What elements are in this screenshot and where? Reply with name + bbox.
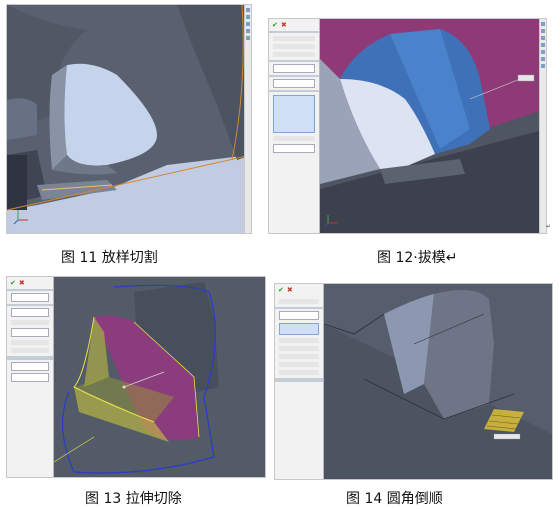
figure-12-viewport: ✔ ✖ bbox=[268, 18, 547, 234]
pm-field[interactable] bbox=[11, 328, 49, 337]
pm-field[interactable] bbox=[11, 373, 49, 382]
property-manager-panel[interactable]: ✔ ✖ bbox=[269, 19, 320, 233]
fig14-model-render bbox=[324, 284, 552, 479]
figure-11-caption: 图 11 放样切割 bbox=[61, 250, 158, 266]
check-icon[interactable]: ✔ bbox=[10, 279, 16, 287]
figure-14-caption: 图 14 圆角倒顺 bbox=[346, 491, 443, 507]
pm-field[interactable] bbox=[273, 144, 315, 153]
pm-section-header[interactable] bbox=[275, 307, 323, 309]
pm-field[interactable] bbox=[11, 293, 49, 302]
check-icon[interactable]: ✔ bbox=[272, 21, 278, 29]
pm-section-header[interactable] bbox=[7, 304, 53, 306]
pm-field[interactable] bbox=[11, 362, 49, 371]
pm-section-header[interactable] bbox=[269, 60, 319, 62]
triad-icon bbox=[324, 215, 337, 228]
figure-14-viewport: ✔ ✖ bbox=[274, 283, 553, 480]
close-icon[interactable]: ✖ bbox=[287, 286, 293, 294]
triad-icon bbox=[13, 210, 28, 225]
property-manager-panel[interactable]: ✔ ✖ bbox=[275, 284, 324, 479]
pm-section-header[interactable] bbox=[269, 31, 319, 33]
pm-field[interactable] bbox=[273, 64, 315, 73]
close-icon[interactable]: ✖ bbox=[19, 279, 25, 287]
pm-field[interactable] bbox=[11, 308, 49, 317]
fig12-model-render bbox=[320, 19, 546, 233]
pm-section-header[interactable] bbox=[7, 358, 53, 360]
figure-11-viewport bbox=[6, 4, 252, 234]
pm-selection-box[interactable] bbox=[279, 323, 319, 335]
pm-selection-box[interactable] bbox=[273, 95, 315, 133]
pm-field[interactable] bbox=[279, 311, 319, 320]
pm-field[interactable] bbox=[273, 79, 315, 88]
pm-section-header[interactable] bbox=[275, 380, 323, 382]
pm-section-header[interactable] bbox=[7, 289, 53, 291]
pm-section-header[interactable] bbox=[269, 75, 319, 77]
return-mark: ↵ bbox=[546, 223, 552, 230]
check-icon[interactable]: ✔ bbox=[278, 286, 284, 294]
figure-13-caption: 图 13 拉伸切除 bbox=[85, 491, 182, 507]
fig13-model-render bbox=[54, 277, 265, 477]
figure-12-caption: 图 12·拔模↵ bbox=[377, 250, 458, 266]
task-pane-strip[interactable] bbox=[539, 19, 546, 233]
property-manager-panel[interactable]: ✔ ✖ bbox=[7, 277, 54, 477]
fig11-model-render bbox=[7, 5, 251, 233]
task-pane-strip[interactable] bbox=[244, 5, 251, 233]
figure-13-viewport: ✔ ✖ bbox=[6, 276, 266, 478]
pm-section-header[interactable] bbox=[269, 90, 319, 92]
close-icon[interactable]: ✖ bbox=[281, 21, 287, 29]
